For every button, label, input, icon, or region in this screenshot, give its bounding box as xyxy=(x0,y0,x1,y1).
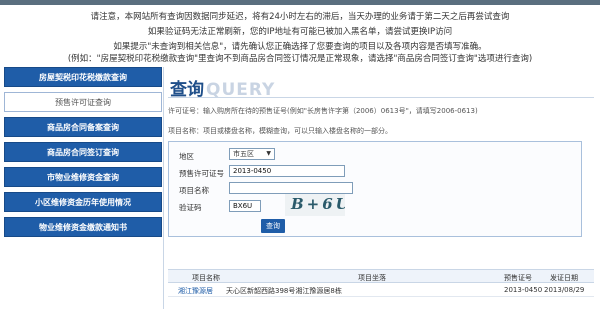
captcha-label: 验证码 xyxy=(179,203,202,212)
hint-project-name: 项目名称：项目或楼盘名称，模糊查询，可以只输入楼盘名称的一部分。 xyxy=(168,127,392,135)
result-permit-number: 2013-0450 xyxy=(504,286,543,294)
top-banner-strip xyxy=(0,0,600,5)
captcha-image-text: B+6U xyxy=(291,195,345,213)
results-header-row: 项目名称 项目坐落 预售证号 发证日期 xyxy=(168,269,594,283)
result-project-link[interactable]: 湘江豫源居 xyxy=(178,286,213,296)
notice-delay: 请注意，本网站所有查询因数据同步延迟，将有24小时左右的滞后，当天办理的业务请于… xyxy=(90,12,510,22)
sidebar: 房屋契税印花税缴款查询 预售许可证查询 商品房合同备案查询 商品房合同签订查询 … xyxy=(4,67,162,242)
query-form: 地区 市五区 ▼ 预售许可证号 2013-0450 项目名称 验证码 BX6U … xyxy=(168,141,582,237)
permit-number-input[interactable]: 2013-0450 xyxy=(229,165,345,177)
page-title: 查询 QUERY xyxy=(170,75,275,100)
captcha-input[interactable]: BX6U xyxy=(229,200,261,212)
district-label: 地区 xyxy=(179,152,194,161)
captcha-image[interactable]: B+6U xyxy=(285,194,345,216)
sidebar-item-fund-payment-notice[interactable]: 物业维修资金缴款通知书 xyxy=(4,217,162,237)
project-name-input[interactable] xyxy=(229,182,353,194)
sidebar-item-presale-permit-query[interactable]: 预售许可证查询 xyxy=(4,92,162,112)
sidebar-item-contract-signing-query[interactable]: 商品房合同签订查询 xyxy=(4,142,162,162)
header-permit-number: 预售证号 xyxy=(504,274,532,282)
hint-permit-number: 许可证号：输入购房所在待的预售证号(例如"长房售许字第（2006）0613号"，… xyxy=(168,107,478,115)
search-button[interactable]: 查询 xyxy=(261,219,285,233)
header-project-location: 项目坐落 xyxy=(358,274,386,282)
sidebar-item-deed-tax-query[interactable]: 房屋契税印花税缴款查询 xyxy=(4,67,162,87)
sidebar-item-maintenance-fund-query[interactable]: 市物业维修资金查询 xyxy=(4,167,162,187)
result-location: 天心区新韶西路398号湘江豫源居8栋 xyxy=(226,287,342,295)
title-divider xyxy=(168,97,594,98)
district-select[interactable]: 市五区 ▼ xyxy=(229,148,275,160)
table-row: 湘江豫源居 天心区新韶西路398号湘江豫源居8栋 2013-0450 2013/… xyxy=(168,283,594,297)
chevron-down-icon: ▼ xyxy=(266,150,271,157)
notice-no-result: 如果提示"未查询到相关信息"，请先确认您正确选择了您要查询的项目以及各项内容是否… xyxy=(113,42,487,52)
project-name-label: 项目名称 xyxy=(179,186,209,195)
header-project-name: 项目名称 xyxy=(192,274,220,282)
sidebar-item-contract-filing-query[interactable]: 商品房合同备案查询 xyxy=(4,117,162,137)
district-select-value: 市五区 xyxy=(233,150,254,158)
results-table: 项目名称 项目坐落 预售证号 发证日期 湘江豫源居 天心区新韶西路398号湘江豫… xyxy=(168,269,594,297)
permit-number-label: 预售许可证号 xyxy=(179,169,224,178)
notice-captcha: 如果验证码无法正常刷新，您的IP地址有可能已被加入黑名单，请尝试更换IP访问 xyxy=(147,27,453,37)
sidebar-item-fund-usage-history[interactable]: 小区维修资金历年使用情况 xyxy=(4,192,162,212)
notice-example: (例如："房屋契税印花税缴款查询"里查询不到商品房合同签订情况是正常现象，请选择… xyxy=(67,54,533,64)
main-panel: 查询 QUERY 许可证号：输入购房所在待的预售证号(例如"长房售许字第（2006… xyxy=(163,67,596,309)
result-issue-date: 2013/08/29 xyxy=(544,286,585,294)
header-issue-date: 发证日期 xyxy=(550,274,578,282)
